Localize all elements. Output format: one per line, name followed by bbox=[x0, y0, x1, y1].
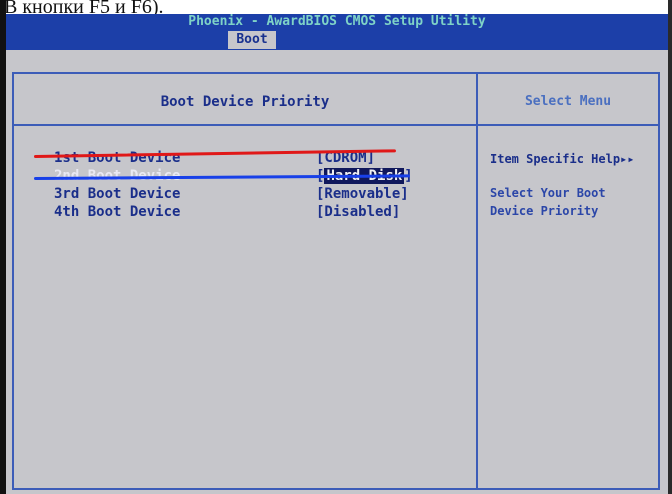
tab-boot[interactable]: Boot bbox=[228, 31, 276, 49]
boot-panel: Boot Device Priority Select Menu 1st Boo… bbox=[12, 72, 660, 490]
header-divider bbox=[14, 124, 658, 126]
menu-bar: Boot bbox=[6, 30, 668, 50]
bios-title: Phoenix - AwardBIOS CMOS Setup Utility bbox=[6, 14, 668, 30]
help-header: Select Menu bbox=[524, 94, 612, 109]
monitor-bezel-right bbox=[668, 0, 672, 494]
bios-screen: Phoenix - AwardBIOS CMOS Setup Utility B… bbox=[6, 14, 668, 494]
boot-device-row-3[interactable]: 3rd Boot Device [Removable] bbox=[54, 186, 474, 204]
boot-device-value[interactable]: [Disabled] bbox=[316, 204, 400, 220]
column-divider bbox=[476, 74, 478, 488]
boot-device-label: 4th Boot Device bbox=[54, 204, 181, 220]
boot-device-value[interactable]: [Removable] bbox=[316, 186, 409, 202]
panel-title: Boot Device Priority bbox=[160, 94, 330, 110]
boot-device-row-4[interactable]: 4th Boot Device [Disabled] bbox=[54, 204, 474, 222]
help-description-line-2: Device Priority bbox=[490, 204, 599, 218]
item-specific-help: Item Specific Help▸▸ bbox=[490, 152, 635, 166]
boot-device-label: 3rd Boot Device bbox=[54, 186, 181, 202]
help-description-line-1: Select Your Boot bbox=[490, 186, 606, 200]
